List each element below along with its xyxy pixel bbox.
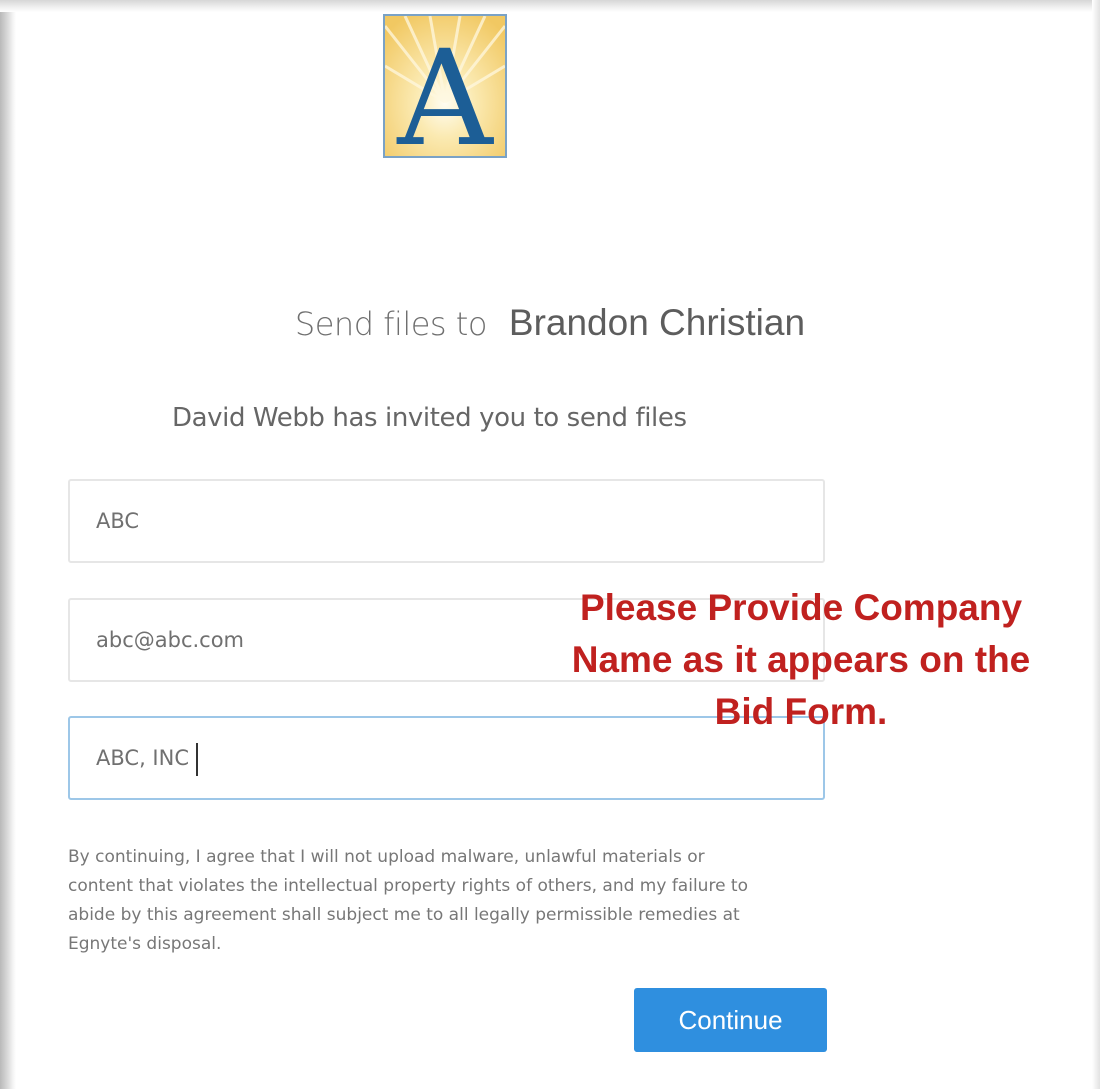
disclaimer-line: abide by this agreement shall subject me… [68,905,740,925]
name-input[interactable] [96,509,823,533]
callout-line: Name as it appears on the [571,639,1031,680]
page-title: Send files to Brandon Christian [0,302,1100,344]
title-prefix: Send files to [294,305,487,343]
letter-a-sunburst-logo-icon: A [385,16,505,156]
company-input[interactable] [96,746,823,770]
disclaimer-line: By continuing, I agree that I will not u… [68,847,705,867]
callout-line: Please Provide Company [579,587,1023,628]
recipient-name: Brandon Christian [508,302,806,343]
callout-line: Bid Form. [714,691,888,732]
disclaimer-line: Egnyte's disposal. [68,934,222,954]
company-name-callout: Please Provide Company Name as it appear… [536,582,1066,738]
company-logo: A [383,14,507,158]
invitation-subheading: David Webb has invited you to send files [172,403,687,433]
page-frame: A Send files to Brandon Christian David W… [0,0,1100,1089]
disclaimer-line: content that violates the intellectual p… [68,876,748,896]
frame-shadow-right [1092,0,1100,1089]
text-cursor [196,743,198,776]
name-field[interactable] [68,479,825,563]
terms-disclaimer: By continuing, I agree that I will not u… [68,843,828,959]
frame-shadow-left [0,0,16,1089]
continue-button[interactable]: Continue [634,988,827,1052]
logo-letter: A [396,22,494,156]
frame-shadow-top [0,0,1100,12]
